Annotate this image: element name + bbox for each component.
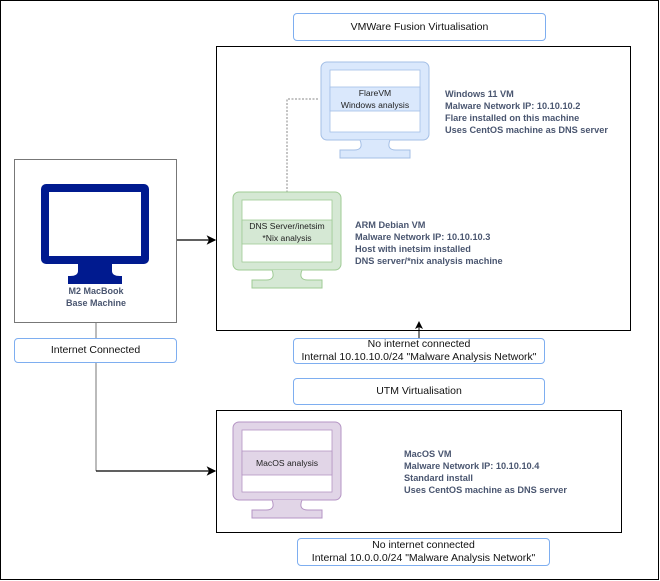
dns-info: ARM Debian VM Malware Network IP: 10.10.…	[355, 219, 503, 267]
macos-screen-label: MacOS analysis	[242, 451, 332, 475]
dns-name: DNS Server/inetsim	[249, 221, 325, 231]
base-machine-role: Base Machine	[65, 298, 127, 308]
macos-info-ip: Malware Network IP: 10.10.10.4	[404, 461, 540, 471]
flarevm-screen-label: FlareVM Windows analysis	[330, 87, 420, 111]
macos-info-os: MacOS VM	[404, 449, 452, 459]
dns-role: *Nix analysis	[262, 233, 312, 243]
vmware-network-label: No internet connected Internal 10.10.10.…	[293, 338, 545, 364]
utm-title-label: UTM Virtualisation	[293, 378, 545, 405]
vmware-network-line1: No internet connected	[367, 338, 471, 350]
macos-role: MacOS analysis	[255, 458, 319, 468]
connector-flare-dns-dotted	[286, 98, 318, 192]
base-machine-model: M2 MacBook	[68, 286, 124, 296]
dns-info-install: Host with inetsim installed	[355, 244, 471, 254]
internet-connected-label: Internet Connected	[14, 338, 177, 363]
macos-info: MacOS VM Malware Network IP: 10.10.10.4 …	[404, 448, 567, 496]
utm-title: UTM Virtualisation	[376, 385, 462, 397]
internet-connected-text: Internet Connected	[50, 344, 141, 356]
flarevm-info-install: Flare installed on this machine	[445, 113, 580, 123]
utm-network-label: No internet connected Internal 10.0.0.0/…	[297, 538, 550, 566]
flarevm-info-os: Windows 11 VM	[445, 89, 514, 99]
utm-network-line1: No internet connected	[372, 539, 475, 551]
flarevm-name: FlareVM	[358, 88, 392, 98]
dns-info-os: ARM Debian VM	[355, 220, 426, 230]
dns-info-role: DNS server/*nix analysis machine	[355, 256, 503, 266]
utm-network-line2: Internal 10.0.0.0/24 "Malware Analysis N…	[311, 552, 536, 564]
flarevm-info-ip: Malware Network IP: 10.10.10.2	[445, 101, 581, 111]
macos-info-dns: Uses CentOS machine as DNS server	[404, 485, 567, 495]
flarevm-info: Windows 11 VM Malware Network IP: 10.10.…	[445, 88, 608, 136]
dns-info-ip: Malware Network IP: 10.10.10.3	[355, 232, 491, 242]
flarevm-info-dns: Uses CentOS machine as DNS server	[445, 125, 608, 135]
vmware-title: VMWare Fusion Virtualisation	[350, 20, 489, 33]
vmware-title-label: VMWare Fusion Virtualisation	[293, 13, 546, 41]
flarevm-role: Windows analysis	[340, 100, 410, 110]
macos-info-install: Standard install	[404, 473, 473, 483]
base-monitor-icon	[41, 184, 149, 284]
dns-screen-label: DNS Server/inetsim *Nix analysis	[242, 220, 332, 244]
vmware-network-line2: Internal 10.10.10.0/24 "Malware Analysis…	[301, 351, 537, 363]
base-machine-caption: M2 MacBook Base Machine	[26, 285, 166, 309]
